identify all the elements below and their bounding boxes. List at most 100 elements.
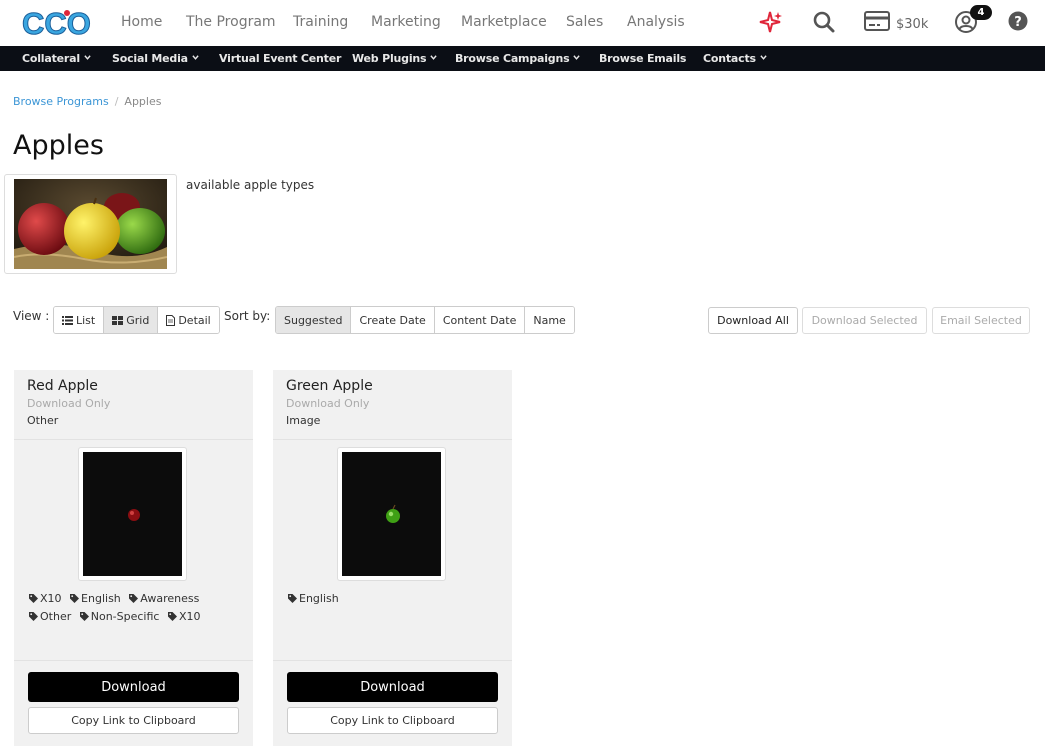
card-title[interactable]: Green Apple [286,378,499,394]
nav-marketplace[interactable]: Marketplace [461,14,547,30]
tag-item[interactable]: Awareness [129,590,199,608]
chevron-down-icon [84,55,91,60]
subnav-social-media[interactable]: Social Media [112,52,199,65]
subnav-browse-campaigns[interactable]: Browse Campaigns [455,52,581,65]
tag-icon [29,612,38,621]
tag-item[interactable]: Other [29,608,71,626]
email-selected-button[interactable]: Email Selected [932,307,1030,334]
sparkle-icon[interactable] [758,10,782,38]
view-list-label: List [76,313,96,327]
ccoe-logo[interactable]: CCOE [22,5,113,42]
subnav-web-plugins[interactable]: Web Plugins [352,52,438,65]
credit-card-icon[interactable] [864,11,890,35]
card-header: Green Apple Download Only Image [273,370,512,440]
grid-icon [112,315,124,325]
chevron-down-icon [573,55,581,60]
tag-label: Other [40,610,72,623]
tag-icon [288,594,297,603]
nav-sales[interactable]: Sales [566,14,603,30]
preview-image [83,452,182,576]
balance-amount: $30k [896,17,929,32]
tag-label: Awareness [140,592,200,605]
tag-list: X10 English Awareness Other Non-Specific… [29,590,239,626]
subnav-web-plugins-label: Web Plugins [352,52,427,65]
sort-create-date-button[interactable]: Create Date [351,307,435,333]
card-title[interactable]: Red Apple [27,378,240,394]
svg-text:?: ? [1014,15,1022,30]
tag-icon [167,612,177,621]
view-list-button[interactable]: List [54,307,105,333]
nav-analysis[interactable]: Analysis [627,14,685,30]
tag-icon [129,594,139,603]
sort-suggested-button[interactable]: Suggested [276,307,352,333]
card-subtitle: Download Only [286,397,370,410]
view-grid-label: Grid [126,313,150,327]
tag-label: X10 [40,592,62,605]
download-selected-button[interactable]: Download Selected [802,307,927,334]
sort-label: Sort by: [224,309,271,323]
subnav-social-media-label: Social Media [112,52,188,65]
sub-navbar: Collateral Social Media Virtual Event Ce… [0,46,1045,71]
download-button[interactable]: Download [287,672,498,702]
card-body: English [273,440,512,661]
tag-item[interactable]: Non-Specific [79,608,159,626]
view-grid-button[interactable]: Grid [104,307,159,333]
chevron-down-icon [430,55,438,60]
tag-label: English [81,592,121,605]
sort-name-button[interactable]: Name [525,307,574,333]
subnav-browse-emails[interactable]: Browse Emails [599,52,686,65]
download-all-button[interactable]: Download All [708,307,798,334]
view-detail-button[interactable]: Detail [158,307,219,333]
subnav-contacts[interactable]: Contacts [703,52,767,65]
tag-label: X10 [178,610,201,623]
program-thumbnail [4,174,177,274]
breadcrumb-browse-programs[interactable]: Browse Programs [13,95,109,108]
copy-link-button[interactable]: Copy Link to Clipboard [28,707,239,734]
view-toggle-group: List Grid Detail [53,306,220,334]
breadcrumb: Browse Programs / Apples [13,95,161,108]
tag-list: English [288,590,498,608]
card-header: Red Apple Download Only Other [14,370,253,440]
notification-badge: 4 [970,5,992,20]
tag-item[interactable]: English [288,590,339,608]
subnav-collateral-label: Collateral [22,52,80,65]
tag-item[interactable]: X10 [167,608,201,626]
preview-image [342,452,441,576]
tag-item[interactable]: English [70,590,121,608]
card-preview[interactable] [337,447,446,581]
nav-marketing[interactable]: Marketing [371,14,441,30]
breadcrumb-separator: / [114,95,119,108]
card-preview[interactable] [78,447,187,581]
card-body: X10 English Awareness Other Non-Specific… [14,440,253,661]
tag-label: English [299,592,339,605]
view-label: View : [13,309,50,323]
search-icon[interactable] [812,10,836,38]
subnav-contacts-label: Contacts [703,52,756,65]
chevron-down-icon [760,55,767,60]
copy-link-button[interactable]: Copy Link to Clipboard [287,707,498,734]
tag-item[interactable]: X10 [29,590,62,608]
card-subtitle: Download Only [27,397,111,410]
sort-toggle-group: Suggested Create Date Content Date Name [275,306,575,334]
top-navbar: CCOE Home The Program Training Marketing… [0,0,1045,46]
program-description: available apple types [186,178,315,192]
nav-the-program[interactable]: The Program [186,14,276,30]
download-button[interactable]: Download [28,672,239,702]
red-apple-image [128,509,140,521]
sort-content-date-button[interactable]: Content Date [434,307,526,333]
help-icon[interactable]: ? [1008,11,1028,35]
subnav-browse-campaigns-label: Browse Campaigns [455,52,570,65]
view-detail-label: Detail [178,313,211,327]
asset-card-red-apple: Red Apple Download Only Other X10 Englis… [14,370,253,746]
subnav-collateral[interactable]: Collateral [22,52,91,65]
green-apple-image [386,504,400,523]
apples-photo [13,179,168,269]
list-icon [62,315,73,325]
chevron-down-icon [192,55,199,60]
nav-training[interactable]: Training [293,14,348,30]
asset-card-green-apple: Green Apple Download Only Image English … [273,370,512,746]
tag-icon [70,594,80,603]
subnav-virtual-event-center[interactable]: Virtual Event Center [219,52,341,65]
tag-icon [29,594,38,603]
nav-home[interactable]: Home [121,14,162,30]
